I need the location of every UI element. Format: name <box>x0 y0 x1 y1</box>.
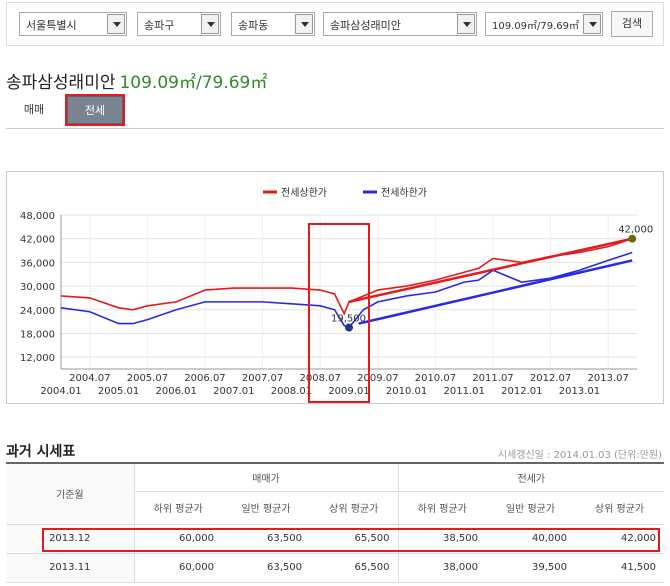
apartment-select-value: 송파삼성래미안 <box>330 19 401 32</box>
chart-highlight-box <box>308 223 370 403</box>
history-cell: 63,500 <box>222 553 310 583</box>
x-tick-label: 2010.07 <box>415 373 456 384</box>
legend-label: 전세상한가 <box>281 187 327 199</box>
x-tick-label: 2007.07 <box>242 373 283 384</box>
apartment-name: 송파삼성래미안 <box>6 73 116 93</box>
x-tick-label: 2010.01 <box>386 386 427 397</box>
apartment-area: 109.09㎡/79.69㎡ <box>119 73 268 93</box>
history-cell-month: 2013.11 <box>6 553 135 583</box>
x-tick-label: 2012.07 <box>530 373 571 384</box>
x-tick-label: 2004.07 <box>69 373 110 384</box>
chevron-down-icon <box>201 14 219 34</box>
page-title: 송파삼성래미안 109.09㎡/79.69㎡ <box>6 68 267 93</box>
x-tick-label: 2012.01 <box>501 386 542 397</box>
chevron-down-icon <box>583 14 601 34</box>
dong-select[interactable]: 송파동 <box>231 12 315 36</box>
history-header-sale: 매매가 <box>134 462 398 492</box>
y-tick-label: 12,000 <box>20 353 55 364</box>
max-point-marker <box>628 234 637 243</box>
history-cell: 39,500 <box>486 553 575 583</box>
size-select-value: 109.09㎡/79.69㎡ <box>492 21 579 32</box>
history-cell: 60,000 <box>134 553 222 583</box>
x-tick-label: 2011.01 <box>444 386 485 397</box>
history-cell: 41,500 <box>575 553 664 583</box>
x-tick-label: 2006.07 <box>184 373 225 384</box>
history-title: 과거 시세표 <box>6 444 76 460</box>
history-cell: 38,000 <box>397 553 486 583</box>
y-tick-label: 30,000 <box>20 282 55 293</box>
history-subheader: 일반 평균가 <box>222 491 310 525</box>
history-header-base: 기준월 <box>6 462 135 525</box>
size-select[interactable]: 109.09㎡/79.69㎡ <box>485 12 603 36</box>
tab-divider <box>6 128 664 129</box>
history-subheader: 상위 평균가 <box>310 491 398 525</box>
y-tick-label: 48,000 <box>20 211 55 222</box>
filter-bar: 서울특별시 송파구 송파동 송파삼성래미안 109.09㎡/79.69㎡ 검색 <box>6 2 664 46</box>
x-tick-label: 2011.07 <box>472 373 513 384</box>
apartment-select[interactable]: 송파삼성래미안 <box>323 12 477 36</box>
history-note: 시세갱신일 : 2014.01.03 (단위:만원) <box>497 450 662 461</box>
y-tick-label: 24,000 <box>20 306 55 317</box>
history-subheader: 하위 평균가 <box>397 491 486 525</box>
x-tick-label: 2007.01 <box>213 386 254 397</box>
history-header-jeonse: 전세가 <box>397 462 664 492</box>
history-table: 기준월 매매가 전세가 하위 평균가 일반 평균가 상위 평균가 하위 평균가 … <box>6 462 664 583</box>
max-point-label: 42,000 <box>618 225 653 236</box>
chevron-down-icon <box>457 14 475 34</box>
x-tick-label: 2013.01 <box>559 386 600 397</box>
dong-select-value: 송파동 <box>238 19 269 32</box>
history-subheader: 일반 평균가 <box>486 491 575 525</box>
y-tick-label: 18,000 <box>20 329 55 340</box>
x-tick-label: 2004.01 <box>40 386 81 397</box>
district-select[interactable]: 송파구 <box>137 12 221 36</box>
y-tick-label: 42,000 <box>20 235 55 246</box>
chevron-down-icon <box>107 14 125 34</box>
tab-maemae[interactable]: 매매 <box>6 96 62 124</box>
history-subheader: 상위 평균가 <box>575 491 664 525</box>
city-select-value: 서울특별시 <box>26 19 77 32</box>
search-button[interactable]: 검색 <box>611 11 653 37</box>
x-tick-label: 2006.01 <box>156 386 197 397</box>
x-tick-label: 2008.01 <box>271 386 312 397</box>
row-highlight-box <box>42 528 660 552</box>
history-cell: 65,500 <box>310 553 398 583</box>
table-row: 2013.11 60,000 63,500 65,500 38,000 39,5… <box>6 553 664 583</box>
history-subheader: 하위 평균가 <box>134 491 222 525</box>
tab-highlight-box <box>65 94 125 126</box>
city-select[interactable]: 서울특별시 <box>19 12 127 36</box>
legend-label: 전세하한가 <box>381 186 427 199</box>
district-select-value: 송파구 <box>144 19 175 32</box>
y-tick-label: 36,000 <box>20 258 55 269</box>
x-tick-label: 2005.01 <box>98 386 139 397</box>
x-tick-label: 2005.07 <box>127 373 168 384</box>
x-tick-label: 2013.07 <box>588 373 629 384</box>
chevron-down-icon <box>295 14 313 34</box>
